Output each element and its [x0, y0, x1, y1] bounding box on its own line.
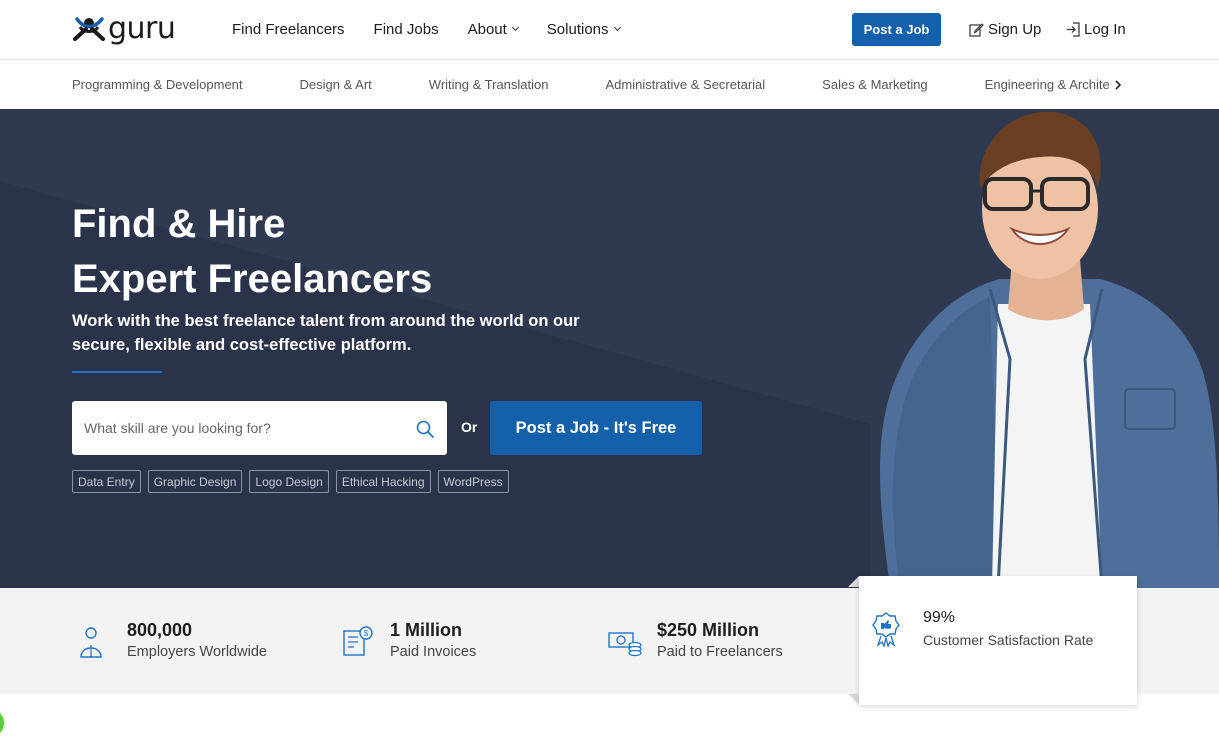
login-icon	[1067, 21, 1080, 37]
employer-icon	[80, 627, 102, 658]
category-item[interactable]: Sales & Marketing	[822, 77, 928, 92]
stat-label: Paid to Freelancers	[657, 644, 783, 660]
popular-skill-tags: Data Entry Graphic Design Logo Design Et…	[72, 470, 509, 493]
stat-invoices: $ 1 Million Paid Invoices	[340, 588, 476, 694]
logo-text: guru	[108, 11, 176, 46]
stat-label: Customer Satisfaction Rate	[923, 632, 1094, 648]
hero-subtitle: Work with the best freelance talent from…	[72, 312, 580, 354]
skill-tag[interactable]: Graphic Design	[147, 470, 243, 493]
chevron-down-icon	[613, 23, 621, 32]
chevron-right-icon[interactable]	[1113, 78, 1123, 92]
category-bar: Programming & Development Design & Art W…	[0, 61, 1219, 109]
skill-search-input[interactable]	[72, 401, 402, 455]
money-icon	[608, 632, 642, 657]
skill-tag[interactable]: Ethical Hacking	[335, 470, 431, 493]
log-in-link[interactable]: Log In	[1066, 0, 1126, 58]
nav-label: Solutions	[546, 20, 609, 38]
sign-up-label: Sign Up	[988, 20, 1042, 38]
hero-title: Find & Hire Expert Freelancers	[72, 197, 672, 307]
stat-number: $250 Million	[657, 620, 760, 640]
freelancer-photo	[880, 111, 1219, 588]
nav-find-jobs[interactable]: Find Jobs	[374, 21, 439, 38]
stat-satisfaction: 99% Customer Satisfaction Rate	[871, 576, 1093, 682]
hero-title-line2: Expert Freelancers	[72, 257, 433, 301]
nav-label: Find Freelancers	[232, 20, 345, 38]
category-list: Programming & Development Design & Art W…	[72, 61, 1196, 107]
nav-find-freelancers[interactable]: Find Freelancers	[232, 21, 345, 38]
hero-title-line1: Find & Hire	[72, 202, 286, 246]
invoice-icon: $	[343, 626, 373, 656]
stat-number: 1 Million	[390, 620, 462, 640]
stat-employers: 800,000 Employers Worldwide	[77, 588, 267, 694]
nav-solutions[interactable]: Solutions	[546, 20, 621, 38]
stat-paid: $250 Million Paid to Freelancers	[607, 588, 783, 694]
skill-tag[interactable]: Data Entry	[72, 470, 141, 493]
skill-search-box	[72, 401, 447, 455]
skill-tag[interactable]: WordPress	[437, 470, 509, 493]
nav-label: About	[467, 20, 507, 38]
search-icon[interactable]	[415, 419, 435, 439]
card-fold	[848, 694, 859, 705]
stat-number: 800,000	[127, 620, 193, 640]
hero-divider	[72, 371, 162, 373]
svg-text:$: $	[364, 629, 369, 638]
award-badge-icon	[872, 612, 900, 647]
chat-widget-button[interactable]	[0, 707, 6, 739]
site-header: guru Find Freelancers Find Jobs About So…	[0, 0, 1219, 60]
chevron-down-icon	[511, 23, 519, 32]
category-item[interactable]: Design & Art	[300, 77, 372, 92]
category-item[interactable]: Programming & Development	[72, 77, 243, 92]
hero-section: Find & Hire Expert Freelancers Work with…	[0, 109, 1219, 588]
guru-figure-icon	[73, 17, 105, 41]
main-nav: Find Freelancers Find Jobs About Solutio…	[232, 0, 621, 58]
sign-up-link[interactable]: Sign Up	[969, 0, 1041, 58]
edit-icon	[969, 22, 984, 37]
or-separator: Or	[461, 419, 478, 435]
stat-label: Employers Worldwide	[127, 644, 267, 660]
stat-number: 99%	[923, 609, 956, 626]
category-item[interactable]: Administrative & Secretarial	[606, 77, 766, 92]
post-job-free-button[interactable]: Post a Job - It's Free	[490, 401, 702, 455]
post-a-job-button[interactable]: Post a Job	[852, 13, 941, 46]
stat-label: Paid Invoices	[390, 644, 477, 660]
card-fold	[848, 576, 859, 587]
skill-tag[interactable]: Logo Design	[249, 470, 329, 493]
category-scroll-fade	[1110, 61, 1219, 107]
nav-about[interactable]: About	[467, 20, 519, 38]
log-in-label: Log In	[1084, 20, 1126, 38]
nav-label: Find Jobs	[373, 20, 439, 38]
guru-logo[interactable]: guru	[72, 11, 176, 46]
category-item[interactable]: Writing & Translation	[429, 77, 549, 92]
